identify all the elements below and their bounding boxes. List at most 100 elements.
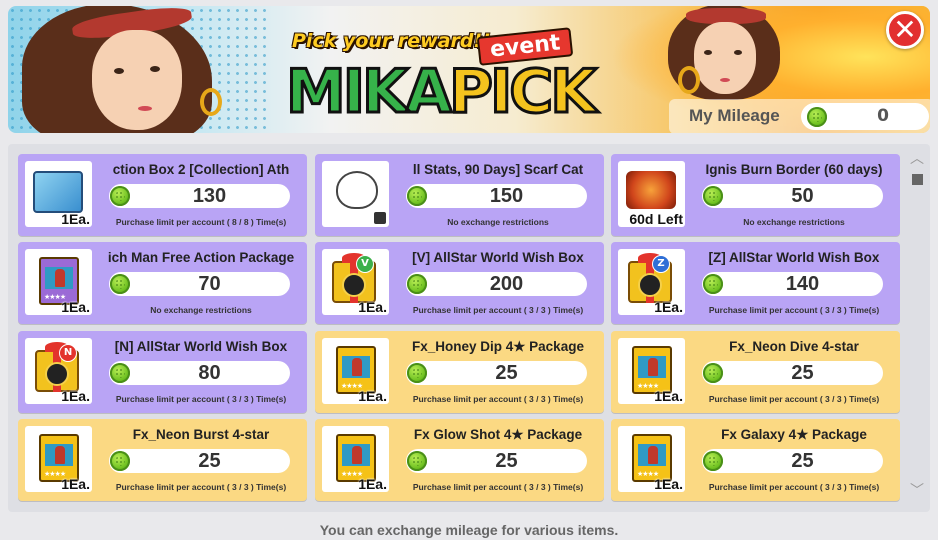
fx-package-icon: ★★★★ 1Ea. <box>618 338 685 404</box>
item-price-bar: 150 <box>406 184 587 208</box>
item-name: Fx Glow Shot 4★ Package <box>413 427 583 442</box>
item-price: 150 <box>489 185 524 207</box>
logo-mika: MIKA <box>285 57 454 127</box>
fx-package-icon: ★★★★ 1Ea. <box>322 338 389 404</box>
collection-box-icon: 1Ea. <box>25 161 92 227</box>
event-banner: Pick your reward!! event MIKAPICK My Mil… <box>8 6 930 133</box>
item-quantity: 1Ea. <box>358 476 387 492</box>
reward-item-grid: 1Ea. ction Box 2 [Collection] Ath 130 Purch… <box>8 144 930 512</box>
mileage-coin-icon <box>703 274 723 294</box>
package-art: ★★★★ <box>336 346 376 394</box>
item-name: Ignis Burn Border (60 days) <box>705 162 883 177</box>
reward-item-card[interactable]: ll Stats, 90 Days] Scarf Cat 150 No exchan… <box>315 154 604 236</box>
collection-box-art <box>33 171 83 213</box>
mileage-coin-icon <box>110 451 130 471</box>
mileage-coin-icon <box>407 274 427 294</box>
footer-hint: You can exchange mileage for various ite… <box>319 522 619 538</box>
scroll-down-icon[interactable]: ﹀ <box>910 484 924 498</box>
package-art: ★★★★ <box>336 434 376 482</box>
fx-package-icon: ★★★★ 1Ea. <box>618 426 685 492</box>
reward-item-card[interactable]: 1Ea. ction Box 2 [Collection] Ath 130 Purch… <box>18 154 307 236</box>
reward-item-card[interactable]: N 1Ea. [N] AllStar World Wish Box 80 Purchas… <box>18 331 307 413</box>
reward-item-card[interactable]: 60d Left Ignis Burn Border (60 days) 50 No … <box>611 154 900 236</box>
grade-letter-badge: V <box>356 255 374 273</box>
item-quantity: 1Ea. <box>358 299 387 315</box>
item-price: 25 <box>791 362 814 384</box>
purchase-limit-text: No exchange restrictions <box>743 217 845 227</box>
item-price: 140 <box>785 273 820 295</box>
item-price-bar: 130 <box>109 184 290 208</box>
mika-pick-logo: MIKAPICK <box>285 61 599 124</box>
close-button[interactable]: ✕ <box>886 11 924 49</box>
item-price-bar: 25 <box>702 361 883 385</box>
reward-item-card[interactable]: ★★★★ 1Ea. Fx_Neon Burst 4-star 25 Purchase l… <box>18 419 307 501</box>
mika-character-left <box>22 6 222 133</box>
item-price-bar: 200 <box>406 272 587 296</box>
reward-item-card[interactable]: ★★★★ 1Ea. Fx_Honey Dip 4★ Package 25 Purchas… <box>315 331 604 413</box>
item-quantity: 1Ea. <box>358 388 387 404</box>
item-quantity: 1Ea. <box>61 299 90 315</box>
package-art: ★★★★ <box>39 434 79 482</box>
reward-item-card[interactable]: ★★★★ 1Ea. ich Man Free Action Package 70 No … <box>18 242 307 324</box>
item-quantity: 1Ea. <box>61 388 90 404</box>
purchase-limit-text: Purchase limit per account ( 3 / 3 ) Tim… <box>412 482 584 492</box>
item-name: ction Box 2 [Collection] Ath <box>112 162 290 177</box>
mileage-coin-icon <box>407 451 427 471</box>
mileage-coin-icon <box>807 107 827 127</box>
item-price: 130 <box>192 185 227 207</box>
mileage-coin-icon <box>110 274 130 294</box>
item-price: 25 <box>495 450 518 472</box>
wish-box-z-icon: Z 1Ea. <box>618 249 685 315</box>
scrollbar[interactable]: ︿ ﹀ <box>908 150 926 500</box>
item-name: Fx Galaxy 4★ Package <box>721 427 867 442</box>
grade-letter-badge: N <box>59 344 77 362</box>
my-mileage-label: My Mileage <box>689 106 780 125</box>
item-name: [N] AllStar World Wish Box <box>114 339 288 354</box>
earring-icon <box>678 66 700 94</box>
item-price: 200 <box>489 273 524 295</box>
item-price: 70 <box>198 273 221 295</box>
fx-package-icon: ★★★★ 1Ea. <box>322 426 389 492</box>
purchase-limit-text: No exchange restrictions <box>150 305 252 315</box>
reward-item-card[interactable]: ★★★★ 1Ea. Fx Glow Shot 4★ Package 25 Purchas… <box>315 419 604 501</box>
scroll-thumb[interactable] <box>912 174 923 185</box>
item-price: 25 <box>495 362 518 384</box>
scarf-cat-icon <box>322 161 389 227</box>
item-quantity: 1Ea. <box>654 299 683 315</box>
item-price-bar: 25 <box>109 449 290 473</box>
fx-package-icon: ★★★★ 1Ea. <box>25 426 92 492</box>
mileage-coin-icon <box>110 186 130 206</box>
purchase-limit-text: No exchange restrictions <box>447 217 549 227</box>
mileage-coin-icon <box>110 363 130 383</box>
action-package-icon: ★★★★ 1Ea. <box>25 249 92 315</box>
item-name: [V] AllStar World Wish Box <box>412 250 584 265</box>
event-title: Pick your reward!! event MIKAPICK <box>285 27 636 124</box>
reward-item-card[interactable]: Z 1Ea. [Z] AllStar World Wish Box 140 Purcha… <box>611 242 900 324</box>
reward-item-card[interactable]: ★★★★ 1Ea. Fx Galaxy 4★ Package 25 Purchase l… <box>611 419 900 501</box>
item-price-bar: 70 <box>109 272 290 296</box>
item-name: ll Stats, 90 Days] Scarf Cat <box>412 162 584 177</box>
purchase-limit-text: Purchase limit per account ( 3 / 3 ) Tim… <box>115 482 287 492</box>
mileage-coin-icon <box>407 363 427 383</box>
package-art: ★★★★ <box>39 257 79 305</box>
mileage-value-box: 0 <box>801 103 929 130</box>
item-name: [Z] AllStar World Wish Box <box>708 250 880 265</box>
wish-box-n-icon: N 1Ea. <box>25 338 92 404</box>
package-art: ★★★★ <box>632 434 672 482</box>
item-quantity: 1Ea. <box>61 476 90 492</box>
mileage-coin-icon <box>703 186 723 206</box>
reward-item-card[interactable]: V 1Ea. [V] AllStar World Wish Box 200 Purcha… <box>315 242 604 324</box>
item-price: 25 <box>198 450 221 472</box>
item-price: 25 <box>791 450 814 472</box>
scroll-up-icon[interactable]: ︿ <box>910 152 924 166</box>
wish-box-v-icon: V 1Ea. <box>322 249 389 315</box>
item-price-bar: 140 <box>702 272 883 296</box>
item-price-bar: 25 <box>406 449 587 473</box>
reward-item-card[interactable]: ★★★★ 1Ea. Fx_Neon Dive 4-star 25 Purchase li… <box>611 331 900 413</box>
purchase-limit-text: Purchase limit per account ( 8 / 8 ) Tim… <box>115 217 287 227</box>
purchase-limit-text: Purchase limit per account ( 3 / 3 ) Tim… <box>708 305 880 315</box>
item-name: Fx_Neon Dive 4-star <box>729 339 859 354</box>
mileage-coin-icon <box>703 363 723 383</box>
my-mileage-panel: My Mileage 0 <box>669 99 930 133</box>
mileage-value: 0 <box>877 106 889 126</box>
